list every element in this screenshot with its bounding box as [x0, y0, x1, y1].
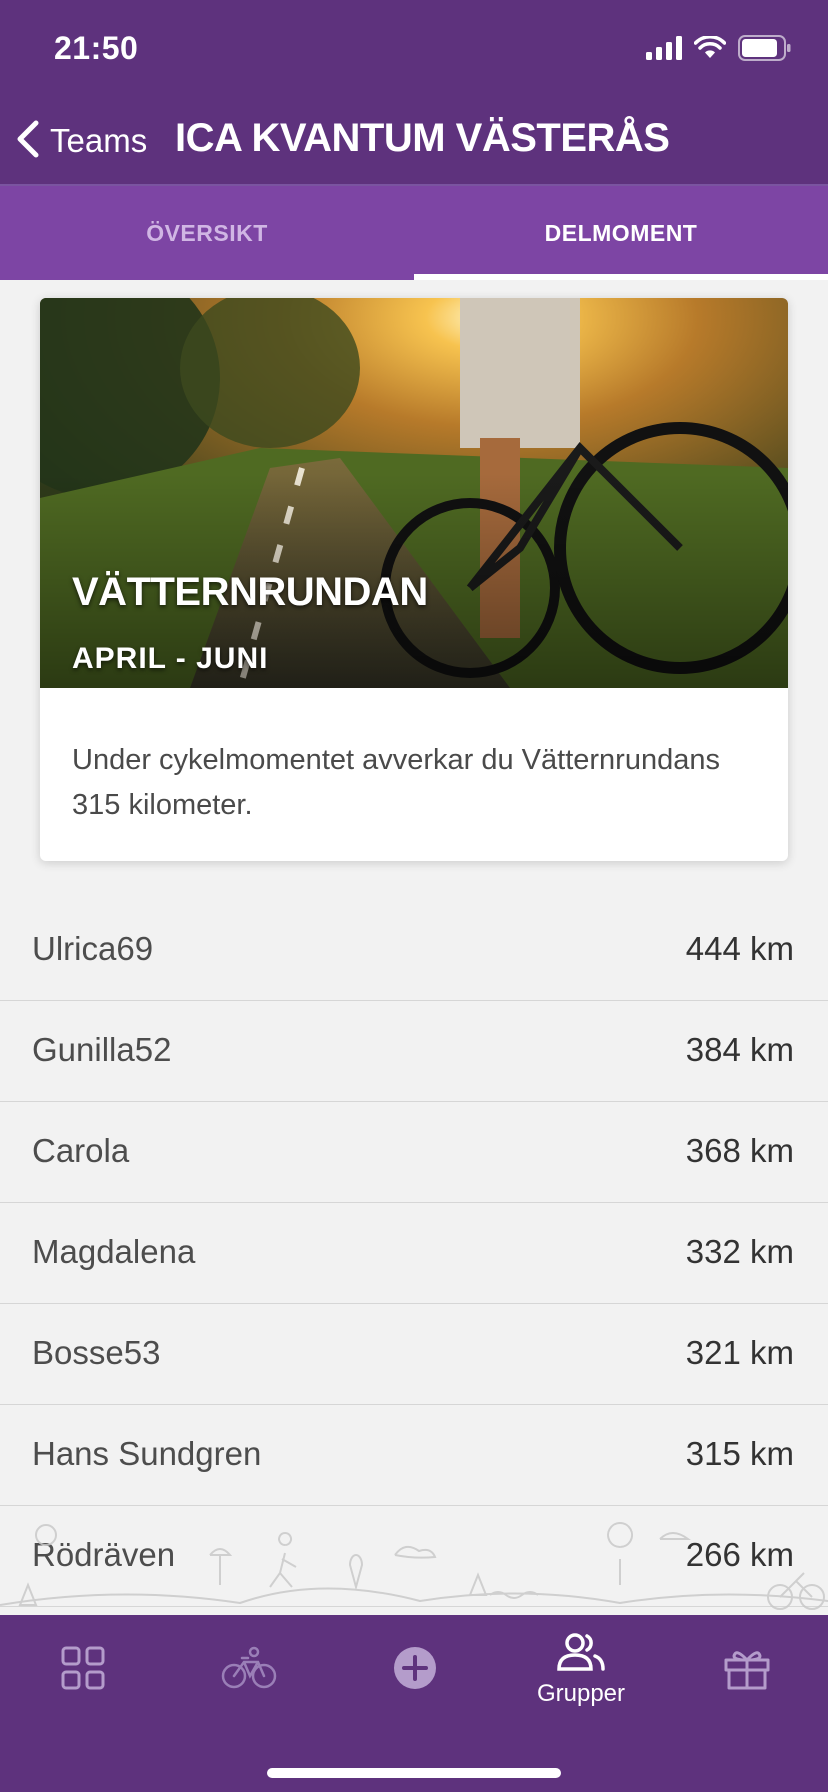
member-distance: 384 km — [685, 1031, 794, 1068]
bicycle-icon — [220, 1646, 278, 1695]
wifi-icon — [693, 34, 727, 65]
member-name: Ulrica69 — [32, 930, 154, 967]
member-distance: 332 km — [685, 1233, 794, 1270]
member-distance: 266 km — [685, 1536, 794, 1573]
chevron-left-icon — [14, 117, 42, 166]
groups-icon — [555, 1632, 607, 1676]
table-row[interactable]: Hans Sundgren 315 km — [0, 1405, 828, 1506]
tab-rewards[interactable] — [664, 1615, 828, 1725]
table-row[interactable]: Gunilla52 384 km — [0, 1001, 828, 1102]
gift-icon — [724, 1646, 770, 1695]
member-name: Bosse53 — [32, 1334, 161, 1371]
member-name: Magdalena — [32, 1233, 196, 1270]
member-distance: 321 km — [685, 1334, 794, 1371]
grid-icon — [61, 1646, 105, 1695]
member-name: Rödräven — [32, 1536, 176, 1573]
back-label: Teams — [50, 122, 148, 159]
leaderboard: Ulrica69 444 km Gunilla52 384 km Carola … — [0, 900, 828, 1607]
tab-cycling[interactable] — [166, 1615, 332, 1725]
member-distance: 368 km — [685, 1132, 794, 1169]
table-row[interactable]: Ulrica69 444 km — [0, 900, 828, 1001]
member-name: Gunilla52 — [32, 1031, 172, 1068]
tab-oversikt[interactable]: ÖVERSIKT — [0, 186, 414, 280]
nav-bar: Teams ICA KVANTUM VÄSTERÅS — [0, 100, 828, 184]
status-bar: 21:50 — [0, 0, 828, 100]
hero-image: VÄTTERNRUNDAN APRIL - JUNI — [40, 298, 788, 688]
table-row[interactable]: Carola 368 km — [0, 1102, 828, 1203]
home-indicator — [267, 1768, 561, 1778]
tab-delmoment[interactable]: DELMOMENT — [414, 186, 828, 280]
add-button[interactable] — [332, 1615, 498, 1725]
member-name: Carola — [32, 1132, 130, 1169]
status-time: 21:50 — [54, 30, 139, 66]
signal-icon — [646, 35, 682, 65]
challenge-period: APRIL - JUNI — [72, 642, 269, 675]
back-button[interactable]: Teams — [14, 110, 147, 172]
table-row[interactable]: Rödräven 266 km — [0, 1506, 828, 1607]
battery-icon — [738, 34, 792, 66]
segment-tabs: ÖVERSIKT DELMOMENT — [0, 186, 828, 280]
tab-grupper[interactable]: Grupper — [498, 1615, 664, 1725]
member-distance: 444 km — [685, 930, 794, 967]
challenge-description: Under cykelmomentet avverkar du Vätternr… — [72, 744, 720, 821]
challenge-card[interactable]: VÄTTERNRUNDAN APRIL - JUNI Under cykelmo… — [40, 298, 788, 861]
status-icons — [646, 34, 792, 66]
page-title: ICA KVANTUM VÄSTERÅS — [175, 116, 670, 160]
member-name: Hans Sundgren — [32, 1435, 262, 1472]
member-distance: 315 km — [685, 1435, 794, 1472]
table-row[interactable]: Bosse53 321 km — [0, 1304, 828, 1405]
tab-dashboard[interactable] — [0, 1615, 166, 1725]
challenge-title: VÄTTERNRUNDAN — [72, 570, 428, 614]
tab-grupper-label: Grupper — [536, 1679, 626, 1707]
table-row[interactable]: Magdalena 332 km — [0, 1203, 828, 1304]
add-circle-icon — [393, 1646, 437, 1695]
bottom-tab-bar: Grupper — [0, 1615, 828, 1792]
